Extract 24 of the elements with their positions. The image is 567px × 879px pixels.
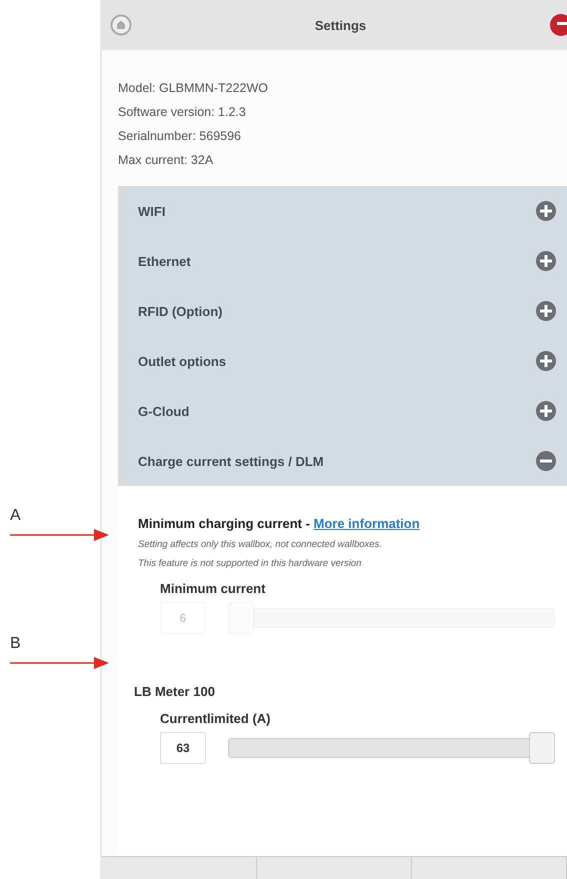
section-heading: Minimum charging current - More information bbox=[138, 516, 421, 531]
value-field[interactable]: 63 bbox=[160, 732, 206, 764]
info-text: Serialnumber: 569596 bbox=[118, 128, 242, 145]
expand-icon[interactable] bbox=[535, 300, 557, 322]
screen-title: Settings bbox=[314, 18, 368, 32]
collapse-icon[interactable] bbox=[535, 450, 557, 472]
expand-icon[interactable] bbox=[535, 250, 557, 272]
home-icon[interactable] bbox=[110, 14, 132, 36]
note-text: Setting affects only this wallbox, not connected wallboxes. bbox=[138, 539, 383, 550]
slider-label: Currentlimited (A) bbox=[160, 711, 272, 726]
expand-icon[interactable] bbox=[535, 350, 557, 372]
slider[interactable] bbox=[228, 732, 555, 764]
more-information-link[interactable]: More information bbox=[314, 516, 420, 531]
expand-icon[interactable] bbox=[535, 400, 557, 422]
slider-label: Minimum current bbox=[160, 581, 266, 596]
info-text: Max current: 32A bbox=[118, 152, 214, 169]
info-text: Model: GLBMMN-T222WO bbox=[118, 80, 270, 97]
info-text: Software version: 1.2.3 bbox=[118, 104, 247, 121]
slider-thumb[interactable] bbox=[529, 732, 555, 764]
expand-icon[interactable] bbox=[535, 200, 557, 222]
annotation-label: B bbox=[10, 636, 22, 652]
note-text: This feature is not supported in this hardware version bbox=[138, 558, 362, 569]
annotation-label: A bbox=[10, 508, 22, 524]
section-heading: LB Meter 100 bbox=[134, 684, 216, 699]
